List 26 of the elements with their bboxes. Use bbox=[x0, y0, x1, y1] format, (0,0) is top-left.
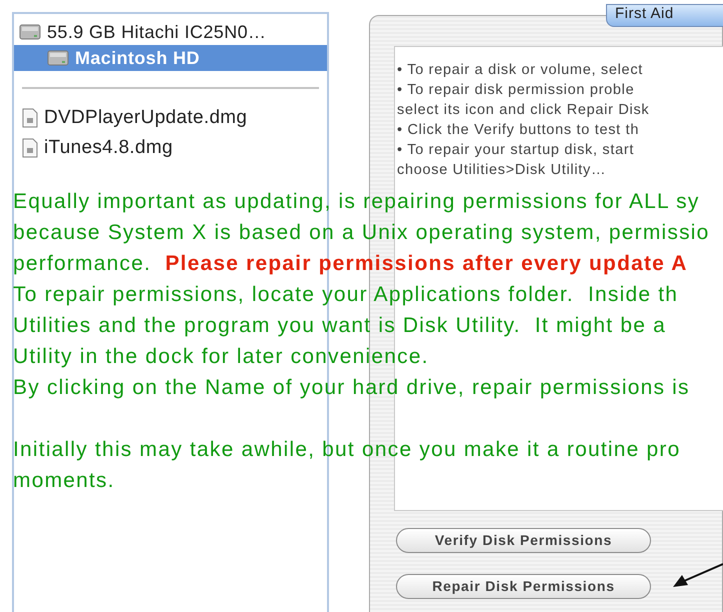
verify-permissions-button[interactable]: Verify Disk Permissions bbox=[396, 528, 651, 553]
article-text: moments. bbox=[13, 468, 116, 494]
document-icon bbox=[22, 108, 38, 128]
article-text: performance. Please repair permissions after every update A bbox=[13, 251, 689, 277]
article-text: By clicking on the Name of your hard drive, repair permissions is bbox=[13, 375, 691, 401]
volume-icon bbox=[47, 49, 69, 67]
arrow bbox=[670, 562, 723, 590]
article-text: Utilities and the program you want is Disk Utility. It might be a bbox=[13, 313, 668, 339]
instruction-text: choose Utilities>Disk Utility… bbox=[397, 161, 608, 180]
article-text: because System X is based on a Unix operating system, permissio bbox=[13, 220, 710, 246]
article-text: To repair permissions, locate your Applications folder. Inside th bbox=[13, 282, 680, 308]
instruction-text: • To repair your startup disk, start bbox=[397, 141, 636, 160]
article-text: Initially this may take awhile, but once you make it a routine pro bbox=[13, 437, 682, 463]
first-aid-tab[interactable]: First Aid bbox=[606, 4, 723, 27]
disk-image-item[interactable]: iTunes4.8.dmg bbox=[14, 135, 327, 161]
instruction-text: • To repair disk permission proble bbox=[397, 81, 636, 100]
article-text: Utility in the dock for later convenience. bbox=[13, 344, 430, 370]
instruction-text: • Click the Verify buttons to test th bbox=[397, 121, 640, 140]
disk-image-item[interactable]: DVDPlayerUpdate.dmg bbox=[14, 105, 327, 131]
hard-drive-icon bbox=[19, 23, 41, 41]
repair-permissions-button[interactable]: Repair Disk Permissions bbox=[396, 574, 651, 599]
article-text: Equally important as updating, is repairing permissions for ALL sy bbox=[13, 189, 701, 215]
instruction-text: • To repair a disk or volume, select bbox=[397, 61, 644, 80]
instruction-text: select its icon and click Repair Disk bbox=[397, 101, 650, 120]
disk-list-item[interactable]: 55.9 GB Hitachi IC25N0… bbox=[14, 19, 327, 45]
document-icon bbox=[22, 138, 38, 158]
